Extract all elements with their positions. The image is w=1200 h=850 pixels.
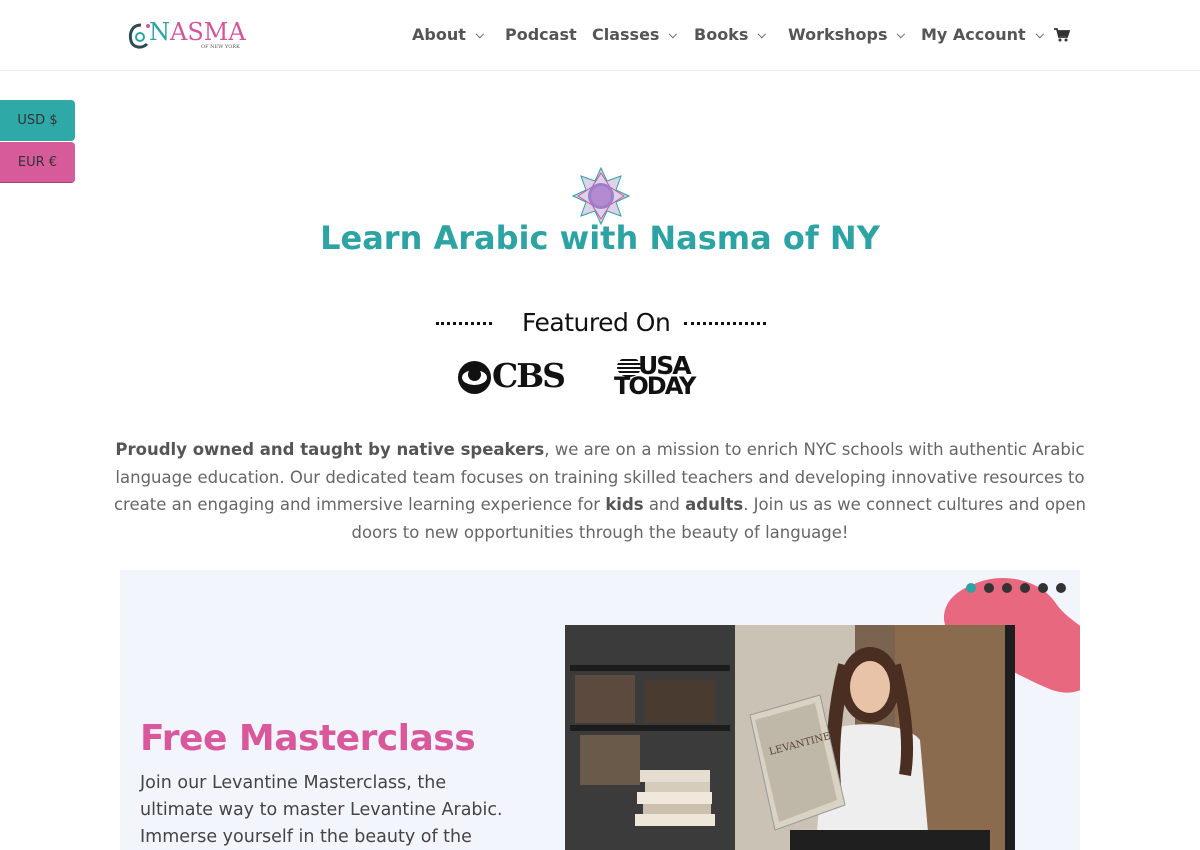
page-title: Learn Arabic with Nasma of NY [320,219,880,257]
masterclass-slider: LEVANTINE Free Masterclass Join our Leva… [120,570,1080,850]
featured-on-heading: Featured On [0,308,1200,338]
divider-dots [436,322,492,325]
star-ornament-icon [572,167,630,225]
featured-on-label: Featured On [522,308,671,337]
slider-dot[interactable] [1056,583,1066,593]
nav-classes[interactable]: Classes [592,25,678,44]
site-header: NASMA OF NEW YORK About Podcast Classes … [0,0,1200,71]
main-nav: About Podcast Classes Books Workshops My… [0,25,1200,47]
nav-about[interactable]: About [412,25,484,44]
usa-today-logo: USA TODAY [614,351,696,400]
masterclass-description: Join our Levantine Masterclass, the ulti… [140,773,503,847]
slider-dot[interactable] [966,583,976,593]
chevron-down-icon [669,29,678,39]
chevron-down-icon [757,29,767,39]
slider-dot[interactable] [1002,583,1012,593]
instructor-photo-image: LEVANTINE [565,625,1015,850]
masterclass-photo: LEVANTINE [565,625,1015,850]
currency-eur-button[interactable]: EUR € [0,142,75,183]
intro-paragraph: Proudly owned and taught by native speak… [113,440,1087,542]
nav-books[interactable]: Books [694,25,767,44]
slider-dot[interactable] [1020,583,1030,593]
chevron-down-icon [475,29,484,39]
cbs-logo: CBS [458,356,566,395]
nav-podcast[interactable]: Podcast [505,25,577,44]
cbs-logo-text: CBS [492,356,566,395]
currency-usd-button[interactable]: USD $ [0,100,75,141]
chevron-down-icon [897,29,906,39]
slider-dot[interactable] [984,583,994,593]
today-logo-text: TODAY [614,372,696,400]
cart-icon[interactable] [1054,27,1070,43]
nav-my-account[interactable]: My Account [921,25,1044,44]
slider-dot[interactable] [1038,583,1048,593]
nav-workshops[interactable]: Workshops [788,25,906,44]
divider-dots [684,322,766,325]
chevron-down-icon [1035,29,1044,39]
masterclass-title: Free Masterclass [140,718,476,759]
